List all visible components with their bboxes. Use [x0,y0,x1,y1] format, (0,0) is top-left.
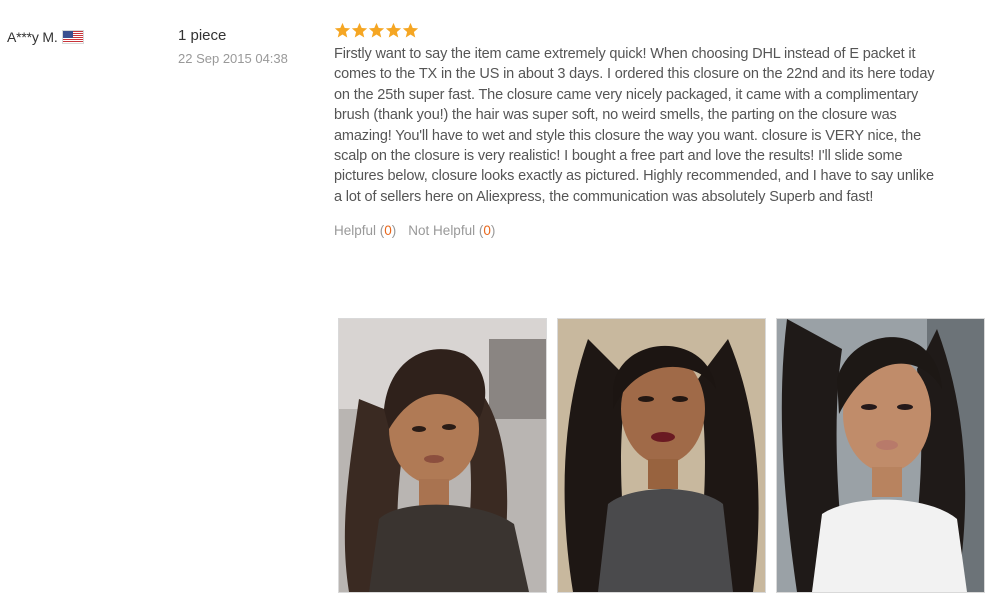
review-photos [338,318,985,593]
review-photo-1[interactable] [338,318,547,593]
reviewer-name: A***y M. [7,29,58,45]
star-icon [385,22,402,37]
star-icon [334,22,351,37]
helpful-label: Helpful [334,223,377,239]
review-photo-2[interactable] [557,318,766,593]
order-quantity: 1 piece [178,27,227,44]
helpful-button[interactable]: Helpful (0) [334,223,396,238]
review-text: Firstly want to say the item came extrem… [334,46,935,205]
order-info: 1 piece 22 Sep 2015 04:38 [178,26,288,67]
us-flag-icon [61,30,84,44]
review-date: 22 Sep 2015 04:38 [178,51,288,66]
review-body: Firstly want to say the item came extrem… [334,20,974,238]
not-helpful-count: 0 [483,223,491,239]
feedback-bar: Helpful (0) Not Helpful (0) [334,223,974,238]
star-icon [351,22,368,37]
not-helpful-label: Not Helpful [408,223,476,239]
review-photo-3[interactable] [776,318,985,593]
not-helpful-button[interactable]: Not Helpful (0) [408,223,495,238]
reviewer-info: A***y M. [7,29,84,45]
star-icon [368,22,385,37]
star-rating [334,20,974,40]
helpful-count: 0 [384,223,392,239]
star-icon [402,22,419,37]
